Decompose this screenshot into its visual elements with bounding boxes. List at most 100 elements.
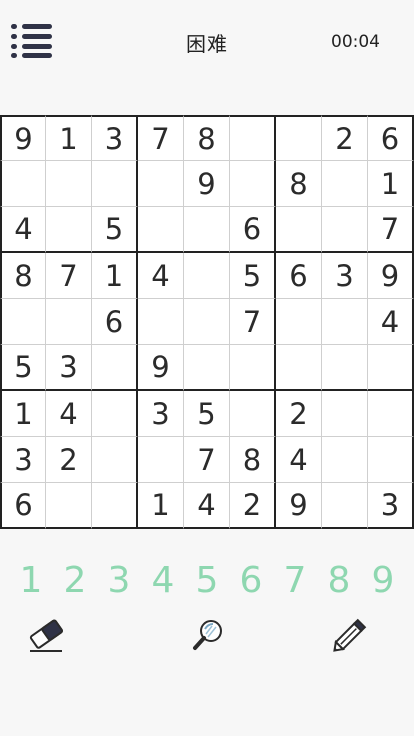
sudoku-cell[interactable] [322,437,368,483]
number-key-3[interactable]: 3 [99,556,139,606]
sudoku-cell[interactable] [276,207,322,253]
sudoku-cell[interactable]: 6 [230,207,276,253]
sudoku-cell[interactable]: 2 [322,115,368,161]
sudoku-cell[interactable] [46,299,92,345]
sudoku-cell[interactable]: 2 [276,391,322,437]
sudoku-cell[interactable] [46,483,92,529]
sudoku-cell[interactable] [184,345,230,391]
sudoku-cell[interactable]: 5 [92,207,138,253]
sudoku-cell[interactable] [230,115,276,161]
number-key-7[interactable]: 7 [275,556,315,606]
sudoku-cell[interactable]: 3 [138,391,184,437]
sudoku-cell[interactable]: 1 [138,483,184,529]
sudoku-cell[interactable]: 1 [0,391,46,437]
sudoku-cell[interactable]: 2 [230,483,276,529]
sudoku-cell[interactable]: 9 [184,161,230,207]
sudoku-cell[interactable] [322,299,368,345]
sudoku-cell[interactable] [184,253,230,299]
sudoku-cell[interactable] [322,391,368,437]
number-key-6[interactable]: 6 [231,556,271,606]
sudoku-cell[interactable] [184,207,230,253]
sudoku-cell[interactable] [0,161,46,207]
sudoku-cell[interactable]: 3 [368,483,414,529]
sudoku-cell[interactable]: 5 [0,345,46,391]
sudoku-cell[interactable]: 3 [0,437,46,483]
sudoku-cell[interactable] [138,437,184,483]
game-timer: 00:04 [331,32,380,52]
sudoku-cell[interactable] [322,207,368,253]
sudoku-cell[interactable]: 8 [230,437,276,483]
sudoku-cell[interactable]: 9 [138,345,184,391]
sudoku-cell[interactable] [322,483,368,529]
sudoku-board: 9137826981456787145639674539143523278461… [0,115,414,529]
sudoku-cell[interactable] [92,483,138,529]
number-keypad: 123456789 [11,556,403,606]
sudoku-cell[interactable]: 1 [368,161,414,207]
sudoku-cell[interactable] [230,345,276,391]
magnifier-icon [193,620,222,650]
sudoku-cell[interactable]: 7 [184,437,230,483]
sudoku-cell[interactable] [184,299,230,345]
sudoku-cell[interactable] [138,161,184,207]
number-key-5[interactable]: 5 [187,556,227,606]
sudoku-cell[interactable]: 6 [276,253,322,299]
sudoku-cell[interactable]: 6 [0,483,46,529]
number-key-1[interactable]: 1 [11,556,51,606]
sudoku-cell[interactable] [46,207,92,253]
sudoku-cell[interactable]: 8 [0,253,46,299]
sudoku-cell[interactable] [138,299,184,345]
sudoku-cell[interactable] [92,391,138,437]
sudoku-cell[interactable]: 6 [92,299,138,345]
sudoku-cell[interactable]: 5 [184,391,230,437]
sudoku-cell[interactable] [368,345,414,391]
pencil-button[interactable] [327,612,373,658]
sudoku-cell[interactable]: 8 [184,115,230,161]
sudoku-cell[interactable]: 4 [46,391,92,437]
sudoku-cell[interactable] [276,115,322,161]
sudoku-cell[interactable]: 4 [138,253,184,299]
sudoku-cell[interactable]: 8 [276,161,322,207]
sudoku-cell[interactable] [92,437,138,483]
sudoku-cell[interactable] [368,391,414,437]
sudoku-cell[interactable] [368,437,414,483]
number-key-8[interactable]: 8 [319,556,359,606]
tool-bar [0,612,414,658]
number-key-9[interactable]: 9 [363,556,403,606]
sudoku-cell[interactable]: 1 [46,115,92,161]
sudoku-cell[interactable] [138,207,184,253]
sudoku-cell[interactable]: 1 [92,253,138,299]
sudoku-cell[interactable]: 9 [0,115,46,161]
sudoku-cell[interactable]: 3 [46,345,92,391]
sudoku-cell[interactable] [276,299,322,345]
sudoku-cell[interactable]: 5 [230,253,276,299]
sudoku-cell[interactable]: 4 [368,299,414,345]
eraser-button[interactable] [24,612,70,658]
sudoku-cell[interactable] [322,345,368,391]
sudoku-cell[interactable]: 3 [92,115,138,161]
sudoku-cell[interactable] [230,161,276,207]
sudoku-cell[interactable]: 3 [322,253,368,299]
sudoku-cell[interactable]: 7 [230,299,276,345]
sudoku-cell[interactable]: 7 [368,207,414,253]
sudoku-cell[interactable] [92,161,138,207]
sudoku-cell[interactable]: 7 [46,253,92,299]
sudoku-cell[interactable] [0,299,46,345]
sudoku-cell[interactable]: 7 [138,115,184,161]
eraser-icon [29,619,63,652]
sudoku-cell[interactable] [276,345,322,391]
sudoku-cell[interactable] [46,161,92,207]
hint-button[interactable] [186,612,232,658]
number-key-4[interactable]: 4 [143,556,183,606]
sudoku-cell[interactable] [230,391,276,437]
sudoku-cell[interactable]: 9 [368,253,414,299]
sudoku-cell[interactable]: 4 [276,437,322,483]
number-key-2[interactable]: 2 [55,556,95,606]
sudoku-cell[interactable] [92,345,138,391]
header: 困难 00:04 [0,0,414,84]
sudoku-cell[interactable]: 4 [184,483,230,529]
sudoku-cell[interactable] [322,161,368,207]
sudoku-cell[interactable]: 6 [368,115,414,161]
sudoku-cell[interactable]: 9 [276,483,322,529]
sudoku-cell[interactable]: 4 [0,207,46,253]
sudoku-cell[interactable]: 2 [46,437,92,483]
